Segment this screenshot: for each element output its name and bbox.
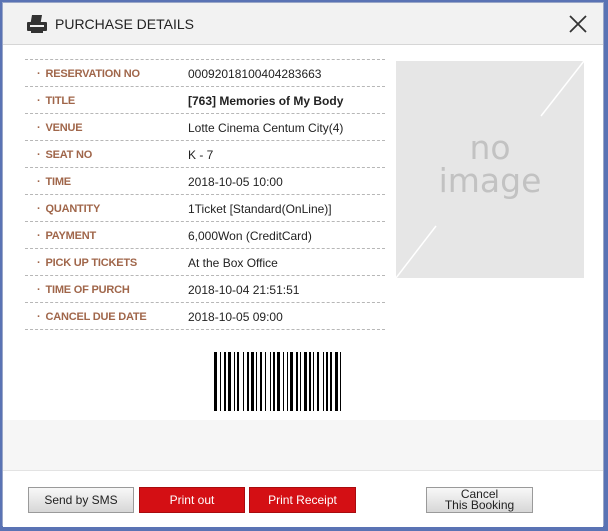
- detail-label: PICK UP TICKETS: [37, 257, 137, 269]
- barcode-bar: [300, 352, 301, 411]
- detail-value: Lotte Cinema Centum City(4): [188, 121, 344, 135]
- barcode-bar: [214, 352, 217, 411]
- barcode-bar: [290, 352, 293, 411]
- barcode-bar: [234, 352, 235, 411]
- detail-label: CANCEL DUE DATE: [37, 311, 146, 323]
- barcode-bar: [228, 352, 231, 411]
- detail-value: 00092018100404283663: [188, 67, 322, 81]
- barcode-bar: [256, 352, 257, 411]
- barcode-bar: [220, 352, 221, 411]
- barcode-bar: [251, 352, 254, 411]
- barcode-bar: [243, 352, 244, 411]
- detail-label: SEAT NO: [37, 149, 92, 161]
- detail-row: PICK UP TICKETS At the Box Office: [25, 249, 385, 276]
- barcode-bar: [283, 352, 284, 411]
- detail-value: 2018-10-04 21:51:51: [188, 283, 300, 297]
- barcode-bar: [309, 352, 311, 411]
- detail-value: 2018-10-05 09:00: [188, 310, 283, 324]
- print-receipt-button[interactable]: Print Receipt: [249, 487, 356, 513]
- barcode-bar: [313, 352, 314, 411]
- barcode-bar: [273, 352, 275, 411]
- barcode-bar: [326, 352, 328, 411]
- detail-label: TITLE: [37, 95, 75, 107]
- barcode-bar: [260, 352, 262, 411]
- barcode-bar: [287, 352, 288, 411]
- detail-value: K - 7: [188, 148, 214, 162]
- barcode-bar: [330, 352, 332, 411]
- grey-band: [3, 420, 603, 470]
- ticket-printer-icon: [27, 15, 47, 33]
- barcode-bar: [296, 352, 298, 411]
- detail-row: PAYMENT 6,000Won (CreditCard): [25, 222, 385, 249]
- detail-row: RESERVATION NO 00092018100404283663: [25, 60, 385, 87]
- cancel-booking-button[interactable]: Cancel This Booking: [426, 487, 533, 513]
- detail-label: VENUE: [37, 122, 82, 134]
- barcode-bar: [265, 352, 266, 411]
- detail-label: TIME: [37, 176, 71, 188]
- detail-row: SEAT NO K - 7: [25, 141, 385, 168]
- close-icon[interactable]: [567, 13, 589, 35]
- dialog-footer: Send by SMS Print out Print Receipt Canc…: [3, 470, 603, 527]
- barcode-bar: [224, 352, 226, 411]
- detail-row: TITLE [763] Memories of My Body: [25, 87, 385, 114]
- detail-label: QUANTITY: [37, 203, 100, 215]
- barcode-bar: [247, 352, 249, 411]
- detail-value: 1Ticket [Standard(OnLine)]: [188, 202, 332, 216]
- barcode-bar: [323, 352, 324, 411]
- detail-label: TIME OF PURCH: [37, 284, 129, 296]
- detail-row: TIME 2018-10-05 10:00: [25, 168, 385, 195]
- detail-row: CANCEL DUE DATE 2018-10-05 09:00: [25, 303, 385, 330]
- dialog-title: PURCHASE DETAILS: [55, 16, 194, 32]
- barcode-bar: [335, 352, 338, 411]
- poster-placeholder: no image: [396, 61, 584, 278]
- barcode: [214, 352, 341, 411]
- detail-label: RESERVATION NO: [37, 68, 140, 80]
- no-image-line1: no: [469, 128, 511, 167]
- barcode-bar: [277, 352, 280, 411]
- detail-label: PAYMENT: [37, 230, 96, 242]
- barcode-bar: [270, 352, 271, 411]
- detail-row: VENUE Lotte Cinema Centum City(4): [25, 114, 385, 141]
- detail-value: [763] Memories of My Body: [188, 94, 344, 108]
- barcode-bar: [304, 352, 307, 411]
- detail-row: TIME OF PURCH 2018-10-04 21:51:51: [25, 276, 385, 303]
- purchase-details-dialog: PURCHASE DETAILS RESERVATION NO 000920181…: [2, 2, 604, 527]
- barcode-bar: [340, 352, 341, 411]
- detail-value: 2018-10-05 10:00: [188, 175, 283, 189]
- print-out-button[interactable]: Print out: [139, 487, 245, 513]
- detail-value: 6,000Won (CreditCard): [188, 229, 312, 243]
- detail-value: At the Box Office: [188, 256, 278, 270]
- send-by-sms-button[interactable]: Send by SMS: [28, 487, 134, 513]
- detail-row: QUANTITY 1Ticket [Standard(OnLine)]: [25, 195, 385, 222]
- no-image-text: no image: [396, 131, 584, 197]
- dialog-header: PURCHASE DETAILS: [3, 3, 603, 45]
- cancel-button-line2: This Booking: [444, 498, 515, 512]
- barcode-bar: [237, 352, 239, 411]
- purchase-details-list: RESERVATION NO 00092018100404283663 TITLE […: [25, 59, 385, 330]
- barcode-bar: [317, 352, 319, 411]
- no-image-line2: image: [438, 161, 542, 200]
